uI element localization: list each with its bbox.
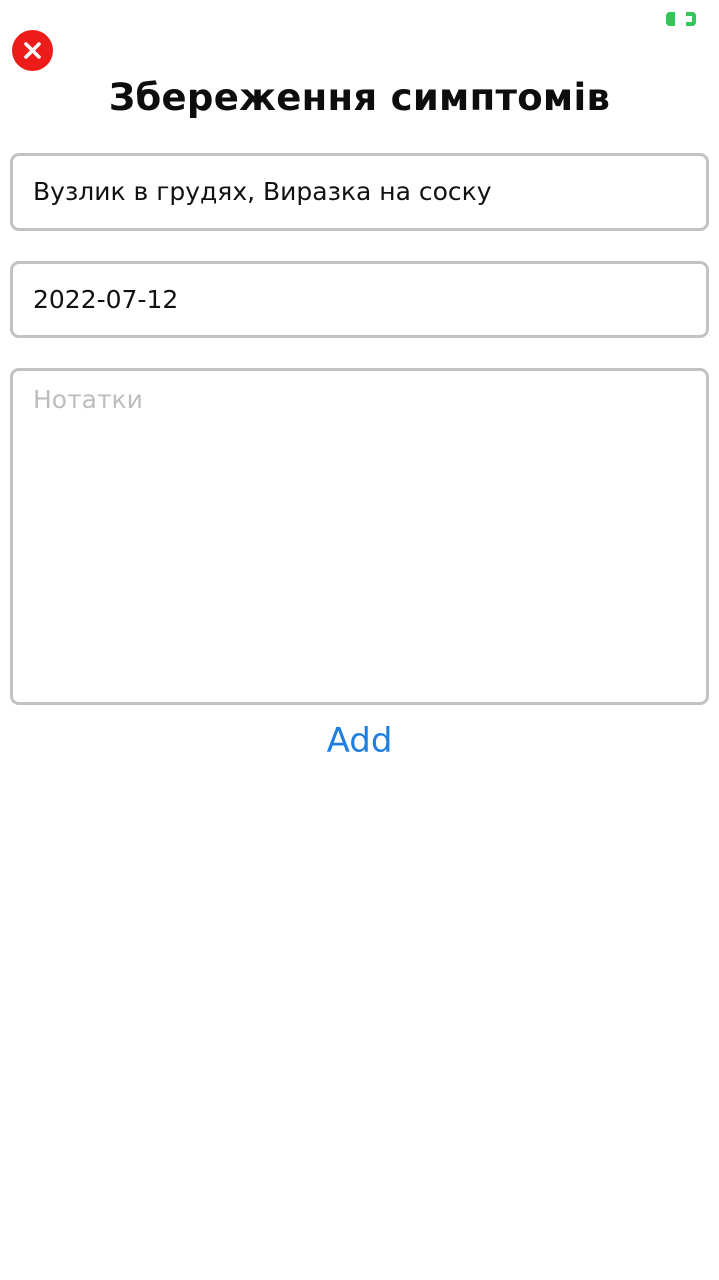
page-title: Збереження симптомів	[108, 76, 611, 119]
date-field[interactable]: 2022-07-12	[10, 261, 709, 338]
close-icon	[24, 42, 41, 59]
close-button[interactable]	[12, 30, 53, 71]
add-button[interactable]: Add	[0, 721, 719, 761]
battery-left-segment	[666, 12, 675, 26]
notes-field[interactable]	[10, 368, 709, 705]
battery-right-segment	[686, 12, 696, 26]
battery-icon	[666, 12, 696, 26]
symptoms-field[interactable]: Вузлик в грудях, Виразка на соску	[10, 153, 709, 231]
